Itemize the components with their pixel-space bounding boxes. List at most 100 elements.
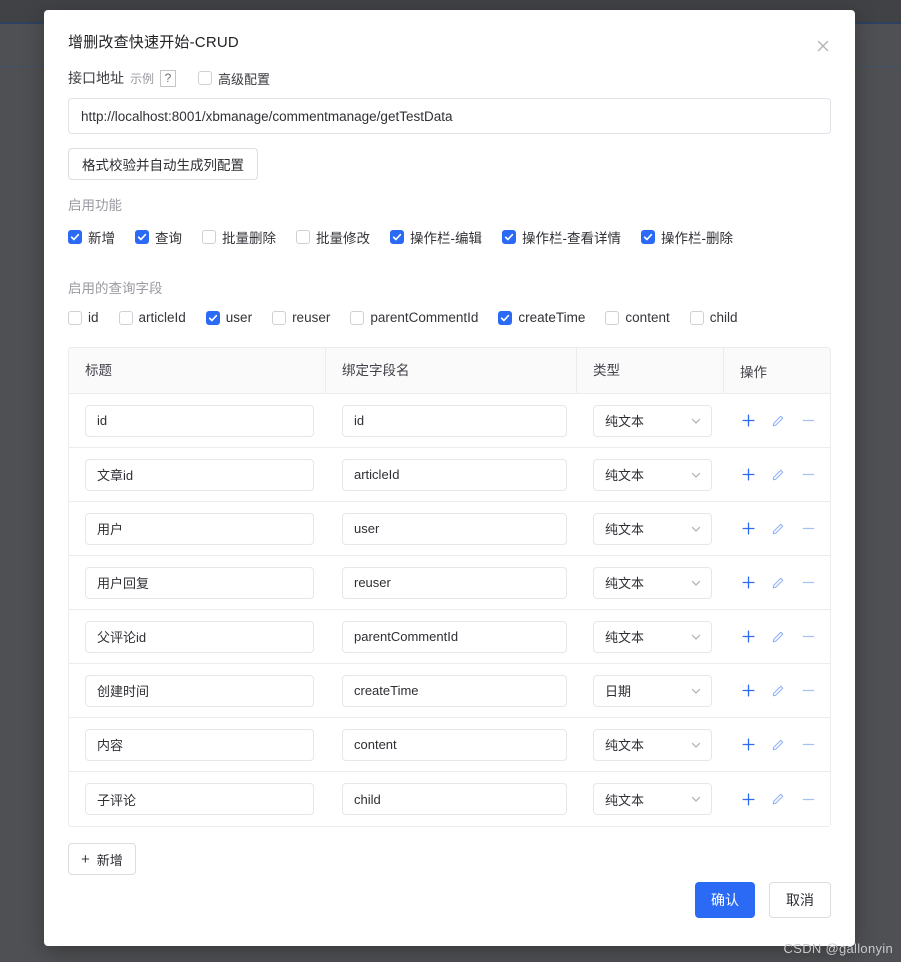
feature-checkbox-item5[interactable]: 操作栏-查看详情 <box>502 227 621 247</box>
features-checkbox-row: 新增 查询 批量删除 批量修改 操作栏-编辑 操作栏-查看详情 操作栏-删除 <box>68 227 831 247</box>
column-type-select[interactable]: 纯文本 <box>593 512 712 545</box>
edit-pencil-icon[interactable] <box>770 737 786 753</box>
api-url-input[interactable] <box>68 98 831 134</box>
query-field-checkbox-content[interactable]: content <box>605 310 670 325</box>
column-type-value: 日期 <box>605 684 632 699</box>
column-type-select[interactable]: 纯文本 <box>593 566 712 599</box>
minus-icon[interactable] <box>800 467 816 483</box>
query-fields-section-label: 启用的查询字段 <box>68 281 163 296</box>
checkbox-box <box>605 310 620 325</box>
query-field-checkbox-id[interactable]: id <box>68 310 99 325</box>
plus-icon[interactable] <box>740 575 756 591</box>
column-type-select[interactable]: 纯文本 <box>593 458 712 491</box>
cell-title <box>69 512 326 545</box>
column-title-input[interactable] <box>85 512 314 545</box>
api-address-label-row: 接口地址 示例 ? 高级配置 <box>68 68 831 88</box>
checkbox-label: content <box>625 310 670 325</box>
column-header-type: 类型 <box>577 348 724 394</box>
query-field-checkbox-reuser[interactable]: reuser <box>272 310 330 325</box>
column-title-input[interactable] <box>85 728 314 761</box>
column-type-select[interactable]: 纯文本 <box>593 728 712 761</box>
feature-checkbox-item2[interactable]: 批量删除 <box>202 227 276 247</box>
cell-type: 纯文本 <box>577 512 724 545</box>
query-field-checkbox-parentcommentid[interactable]: parentCommentId <box>350 310 478 325</box>
feature-checkbox-item0[interactable]: 新增 <box>68 227 115 247</box>
advanced-config-label: 高级配置 <box>218 71 271 87</box>
checkbox-label: parentCommentId <box>370 310 479 325</box>
plus-icon[interactable] <box>740 413 756 429</box>
cell-title <box>69 728 326 761</box>
checkbox-label: id <box>88 310 99 325</box>
column-field-input[interactable] <box>342 728 567 761</box>
feature-checkbox-item3[interactable]: 批量修改 <box>296 227 370 247</box>
plus-icon[interactable] <box>740 791 756 807</box>
column-title-input[interactable] <box>85 783 314 815</box>
edit-pencil-icon[interactable] <box>770 521 786 537</box>
feature-checkbox-item4[interactable]: 操作栏-编辑 <box>390 227 482 247</box>
checkbox-box <box>118 310 133 325</box>
plus-icon[interactable] <box>740 737 756 753</box>
query-field-checkbox-createtime[interactable]: createTime <box>498 310 585 325</box>
plus-icon[interactable] <box>740 521 756 537</box>
column-type-select[interactable]: 日期 <box>593 674 712 707</box>
edit-pencil-icon[interactable] <box>770 413 786 429</box>
column-field-input[interactable] <box>342 566 567 599</box>
close-icon[interactable] <box>813 36 833 56</box>
column-header-operations: 操作 <box>740 364 767 380</box>
advanced-config-checkbox[interactable]: 高级配置 <box>198 69 270 88</box>
query-field-checkbox-child[interactable]: child <box>689 310 738 325</box>
chevron-down-icon <box>691 634 701 640</box>
validate-and-generate-columns-button[interactable]: 格式校验并自动生成列配置 <box>68 148 258 180</box>
column-title-input[interactable] <box>85 566 314 599</box>
chevron-down-icon <box>691 742 701 748</box>
feature-checkbox-item6[interactable]: 操作栏-删除 <box>641 227 733 247</box>
feature-checkbox-item1[interactable]: 查询 <box>135 227 182 247</box>
checkbox-box <box>198 71 213 85</box>
minus-icon[interactable] <box>800 737 816 753</box>
crud-quickstart-dialog: 增删改查快速开始-CRUD 接口地址 示例 ? 高级配置 /* value se… <box>44 10 855 946</box>
checkbox-label: 新增 <box>88 231 115 246</box>
minus-icon[interactable] <box>800 575 816 591</box>
chevron-down-icon <box>691 796 701 802</box>
minus-icon[interactable] <box>800 791 816 807</box>
checkbox-label: createTime <box>518 310 586 325</box>
query-field-checkbox-user[interactable]: user <box>205 310 252 325</box>
column-title-input[interactable] <box>85 404 314 437</box>
cell-operations <box>724 521 830 537</box>
checkbox-label: 操作栏-编辑 <box>410 231 482 246</box>
column-title-input[interactable] <box>85 458 314 491</box>
column-field-input[interactable] <box>342 512 567 545</box>
cancel-button[interactable]: 取消 <box>769 882 831 918</box>
column-type-value: 纯文本 <box>605 522 645 537</box>
edit-pencil-icon[interactable] <box>770 683 786 699</box>
table-row: 纯文本 <box>69 772 830 826</box>
checkbox-label: child <box>709 310 738 325</box>
edit-pencil-icon[interactable] <box>770 791 786 807</box>
column-field-input[interactable] <box>342 620 567 653</box>
column-type-select[interactable]: 纯文本 <box>593 620 712 653</box>
edit-pencil-icon[interactable] <box>770 575 786 591</box>
column-type-select[interactable]: 纯文本 <box>593 783 712 815</box>
column-title-input[interactable] <box>85 674 314 707</box>
plus-icon[interactable] <box>740 629 756 645</box>
cell-title <box>69 566 326 599</box>
column-field-input[interactable] <box>342 458 567 491</box>
column-field-input[interactable] <box>342 783 567 815</box>
column-type-select[interactable]: 纯文本 <box>593 404 712 437</box>
plus-icon[interactable] <box>740 467 756 483</box>
query-field-checkbox-articleid[interactable]: articleId <box>118 310 186 325</box>
help-question-icon[interactable]: ? <box>160 69 177 87</box>
column-field-input[interactable] <box>342 404 567 437</box>
minus-icon[interactable] <box>800 521 816 537</box>
column-title-input[interactable] <box>85 620 314 653</box>
minus-icon[interactable] <box>800 683 816 699</box>
minus-icon[interactable] <box>800 629 816 645</box>
confirm-button[interactable]: 确认 <box>695 882 755 918</box>
edit-pencil-icon[interactable] <box>770 467 786 483</box>
minus-icon[interactable] <box>800 413 816 429</box>
cell-operations <box>724 413 830 429</box>
cell-type: 纯文本 <box>577 404 724 437</box>
plus-icon[interactable] <box>740 683 756 699</box>
column-field-input[interactable] <box>342 674 567 707</box>
edit-pencil-icon[interactable] <box>770 629 786 645</box>
